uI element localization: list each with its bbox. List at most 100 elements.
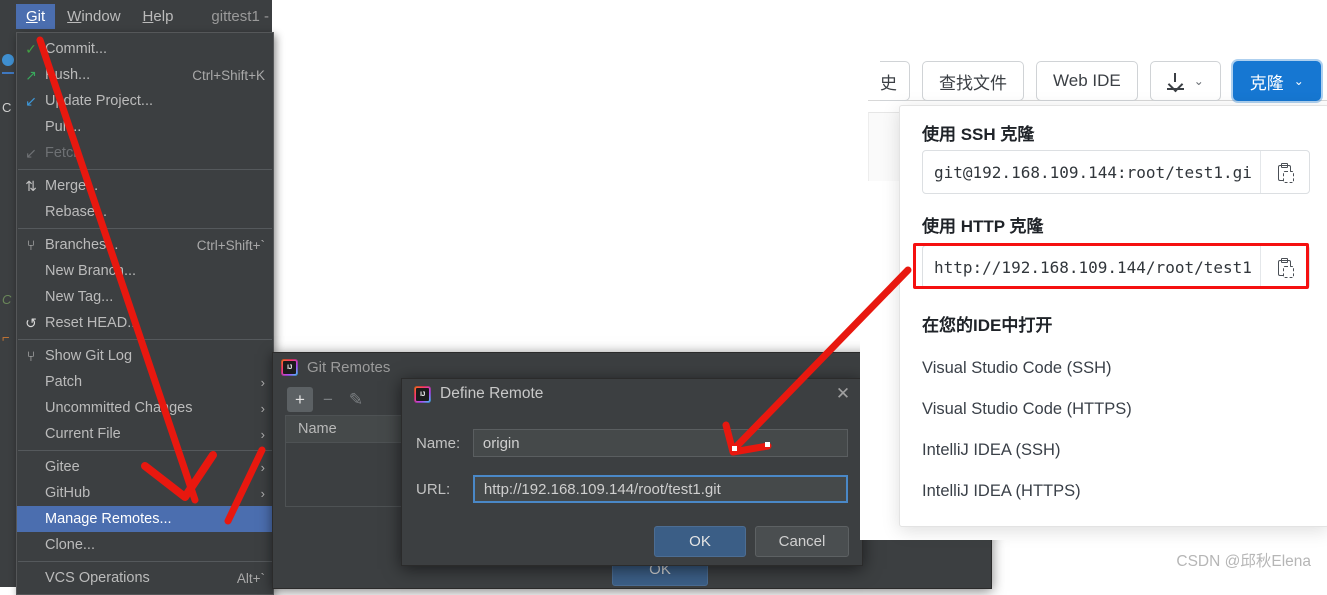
menu-item-update-project[interactable]: ↙ Update Project... — [17, 88, 273, 114]
git-remotes-toolbar: + − ✎ — [287, 387, 369, 412]
menu-item-current-file[interactable]: Current File › — [17, 421, 273, 447]
menu-item-label: Clone... — [45, 537, 95, 553]
menu-item-new-tag[interactable]: New Tag... — [17, 284, 273, 310]
remove-remote-button[interactable]: − — [315, 387, 341, 412]
ide-link-vscode-ssh[interactable]: Visual Studio Code (SSH) — [922, 359, 1112, 378]
define-remote-titlebar: Define Remote — [402, 379, 862, 409]
menu-item-github[interactable]: GitHub › — [17, 480, 273, 506]
menu-git[interactable]: Git — [16, 3, 56, 29]
menu-separator — [18, 339, 272, 340]
copy-ssh-url-button[interactable] — [1260, 151, 1309, 193]
history-button[interactable]: 史 — [880, 61, 910, 101]
ssh-url-box[interactable]: git@192.168.109.144:root/test1.gi — [922, 150, 1310, 194]
download-button[interactable]: ⌄ — [1149, 61, 1221, 101]
define-remote-cancel-button[interactable]: Cancel — [755, 526, 849, 557]
menu-item-label: Rebase... — [45, 204, 108, 220]
menu-item-clone[interactable]: Clone... — [17, 532, 273, 558]
check-icon: ✓ — [25, 41, 37, 57]
ide-left-rail: C C ⌐ — [0, 0, 16, 587]
menu-item-label: Push... — [45, 67, 91, 83]
menu-item-fetch: ↙ Fetch — [17, 140, 273, 166]
repo-toolbar: 史 查找文件 Web IDE ⌄ 克隆 ⌄ — [880, 57, 1321, 105]
define-remote-ok-button[interactable]: OK — [654, 526, 746, 557]
clipboard-icon — [1277, 163, 1294, 183]
menu-item-label: Show Git Log — [45, 348, 133, 364]
menu-item-label: Pull... — [45, 119, 82, 135]
menu-item-push[interactable]: ↗ Push... Ctrl+Shift+K — [17, 62, 273, 88]
arrow-down-left-icon: ↙ — [25, 93, 37, 109]
url-field-label: URL: — [416, 480, 451, 498]
menu-item-rebase[interactable]: Rebase... — [17, 199, 273, 225]
merge-icon: ⇅ — [25, 178, 37, 194]
menu-item-label: Merge... — [45, 178, 99, 194]
menu-separator — [18, 228, 272, 229]
menu-separator — [18, 561, 272, 562]
menu-item-label: Current File — [45, 426, 121, 442]
rail-icon-4: C — [2, 292, 12, 307]
chevron-right-icon: › — [260, 400, 265, 416]
define-remote-title: Define Remote — [440, 385, 544, 402]
branch-icon: ⑂ — [26, 348, 36, 364]
menu-item-manage-remotes[interactable]: Manage Remotes... — [17, 506, 273, 532]
http-url-highlight-box — [913, 243, 1309, 289]
intellij-logo-icon — [414, 385, 431, 403]
project-title: gittest1 - — [211, 7, 269, 25]
clone-button-label: 克隆 — [1249, 73, 1284, 93]
menu-item-uncommitted-changes[interactable]: Uncommitted Changes › — [17, 395, 273, 421]
open-in-ide-heading: 在您的IDE中打开 — [922, 316, 1053, 335]
menu-help[interactable]: Help — [133, 4, 184, 29]
name-field[interactable]: origin — [472, 429, 848, 457]
clone-dropdown-panel: 使用 SSH 克隆 git@192.168.109.144:root/test1… — [899, 105, 1327, 527]
menu-item-patch[interactable]: Patch › — [17, 369, 273, 395]
web-ide-button[interactable]: Web IDE — [1036, 61, 1138, 101]
menubar: Git Window Help gittest1 - — [16, 2, 269, 30]
menu-item-label: Patch — [45, 374, 83, 390]
ide-link-intellij-https[interactable]: IntelliJ IDEA (HTTPS) — [922, 482, 1081, 501]
menu-item-gitee[interactable]: Gitee › — [17, 454, 273, 480]
menu-item-shortcut: Ctrl+Shift+` — [196, 237, 265, 253]
csdn-watermark: CSDN @邱秋Elena — [1176, 553, 1311, 570]
download-icon — [1166, 72, 1184, 90]
url-field[interactable]: http://192.168.109.144/root/test1.git — [472, 475, 848, 503]
menu-item-label: Commit... — [45, 41, 108, 57]
menu-item-pull[interactable]: Pull... — [17, 114, 273, 140]
edit-remote-button[interactable]: ✎ — [343, 387, 369, 412]
menu-item-label: Update Project... — [45, 93, 153, 109]
git-remotes-title: Git Remotes — [307, 358, 391, 376]
menu-item-new-branch[interactable]: New Branch... — [17, 258, 273, 284]
menu-item-reset-head[interactable]: ↺ Reset HEAD... — [17, 310, 273, 336]
ide-link-vscode-https[interactable]: Visual Studio Code (HTTPS) — [922, 400, 1132, 419]
menu-separator — [18, 169, 272, 170]
rail-icon-3: C — [2, 100, 12, 115]
menu-item-shortcut: Alt+` — [236, 570, 265, 586]
add-remote-button[interactable]: + — [287, 387, 313, 412]
define-remote-dialog: Define Remote ✕ Name: origin URL: http:/… — [401, 378, 863, 566]
close-icon[interactable]: ✕ — [834, 385, 852, 404]
menu-item-label: Branches... — [45, 237, 119, 253]
rail-icon-1 — [2, 54, 14, 66]
menu-item-label: New Branch... — [45, 263, 137, 279]
menu-item-merge[interactable]: ⇅ Merge... — [17, 173, 273, 199]
menu-item-show-git-log[interactable]: ⑂ Show Git Log — [17, 343, 273, 369]
ide-link-intellij-ssh[interactable]: IntelliJ IDEA (SSH) — [922, 441, 1060, 460]
chevron-right-icon: › — [260, 374, 265, 390]
menu-item-label: Uncommitted Changes — [45, 400, 193, 416]
rail-icon-2 — [2, 72, 14, 74]
menu-separator — [18, 450, 272, 451]
ssh-url-text: git@192.168.109.144:root/test1.gi — [934, 162, 1252, 182]
menu-item-commit[interactable]: ✓ Commit... — [17, 36, 273, 62]
menu-item-branches[interactable]: ⑂ Branches... Ctrl+Shift+` — [17, 232, 273, 258]
clone-button[interactable]: 克隆 ⌄ — [1232, 61, 1321, 101]
fetch-icon: ↙ — [25, 145, 37, 161]
reset-icon: ↺ — [25, 315, 37, 331]
menu-item-vcs-operations[interactable]: VCS Operations Alt+` — [17, 565, 273, 591]
chevron-right-icon: › — [260, 426, 265, 442]
find-file-button[interactable]: 查找文件 — [922, 61, 1024, 101]
git-dropdown-menu[interactable]: ✓ Commit... ↗ Push... Ctrl+Shift+K ↙ Update Pr… — [16, 32, 274, 595]
branch-icon: ⑂ — [26, 237, 36, 253]
menu-item-label: Manage Remotes... — [45, 511, 172, 527]
menu-window[interactable]: Window — [57, 4, 130, 29]
intellij-logo-icon — [281, 358, 298, 376]
chevron-down-icon: ⌄ — [1193, 74, 1204, 88]
menu-item-label: Gitee — [45, 459, 80, 475]
